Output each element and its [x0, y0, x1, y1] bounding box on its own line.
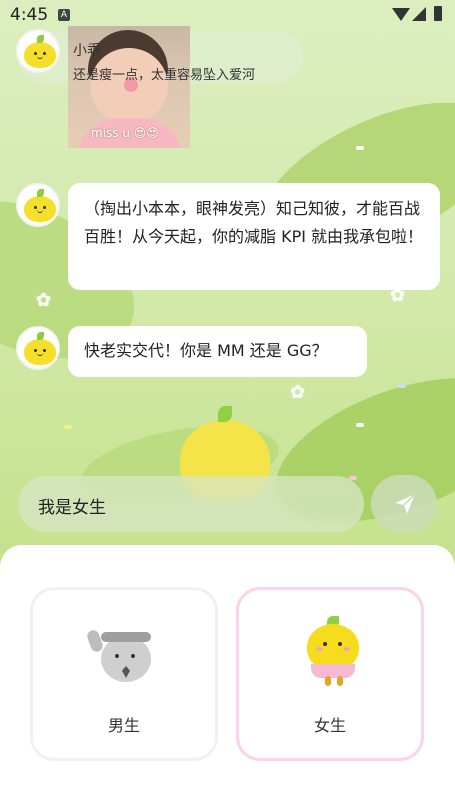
petal-decoration: [356, 423, 364, 427]
gender-option-male[interactable]: 男生: [30, 587, 218, 761]
bot-avatar[interactable]: [16, 183, 60, 227]
status-bar: 4:45 A: [0, 0, 455, 30]
signal-icon: [412, 7, 426, 21]
gender-option-label: 男生: [107, 716, 140, 735]
flower-decoration: ✿: [290, 382, 306, 403]
status-time: 4:45: [10, 5, 49, 25]
notification-a-icon: A: [58, 9, 70, 21]
battery-icon: [434, 6, 442, 21]
male-mascot-icon: [85, 622, 157, 684]
pinned-sender-name: 小乖: [73, 43, 101, 59]
gender-option-female[interactable]: 女生: [236, 587, 424, 761]
photo-caption: miss u 😍😍: [91, 126, 159, 140]
gender-option-label: 女生: [313, 716, 346, 735]
petal-decoration: [398, 384, 406, 388]
message-input-value[interactable]: 我是女生: [38, 493, 106, 518]
wifi-icon: [392, 8, 410, 21]
flower-decoration: ✿: [36, 290, 52, 311]
message-bubble: （掏出小本本，眼神发亮）知己知彼，才能百战百胜！从今天起，你的减脂 KPI 就由…: [68, 183, 440, 290]
send-button[interactable]: [371, 475, 437, 532]
petal-decoration: [356, 146, 364, 150]
female-mascot-icon: [301, 616, 365, 688]
pinned-message-text: 还是瘦一点，太重容易坠入爱河: [73, 68, 256, 83]
gender-picker-sheet: 男生 女生: [0, 545, 455, 808]
bot-avatar[interactable]: [16, 326, 60, 370]
bot-avatar[interactable]: [16, 29, 60, 73]
message-bubble: 快老实交代！你是 MM 还是 GG？: [68, 326, 367, 377]
paper-plane-icon: [395, 493, 416, 514]
petal-decoration: [64, 425, 72, 429]
